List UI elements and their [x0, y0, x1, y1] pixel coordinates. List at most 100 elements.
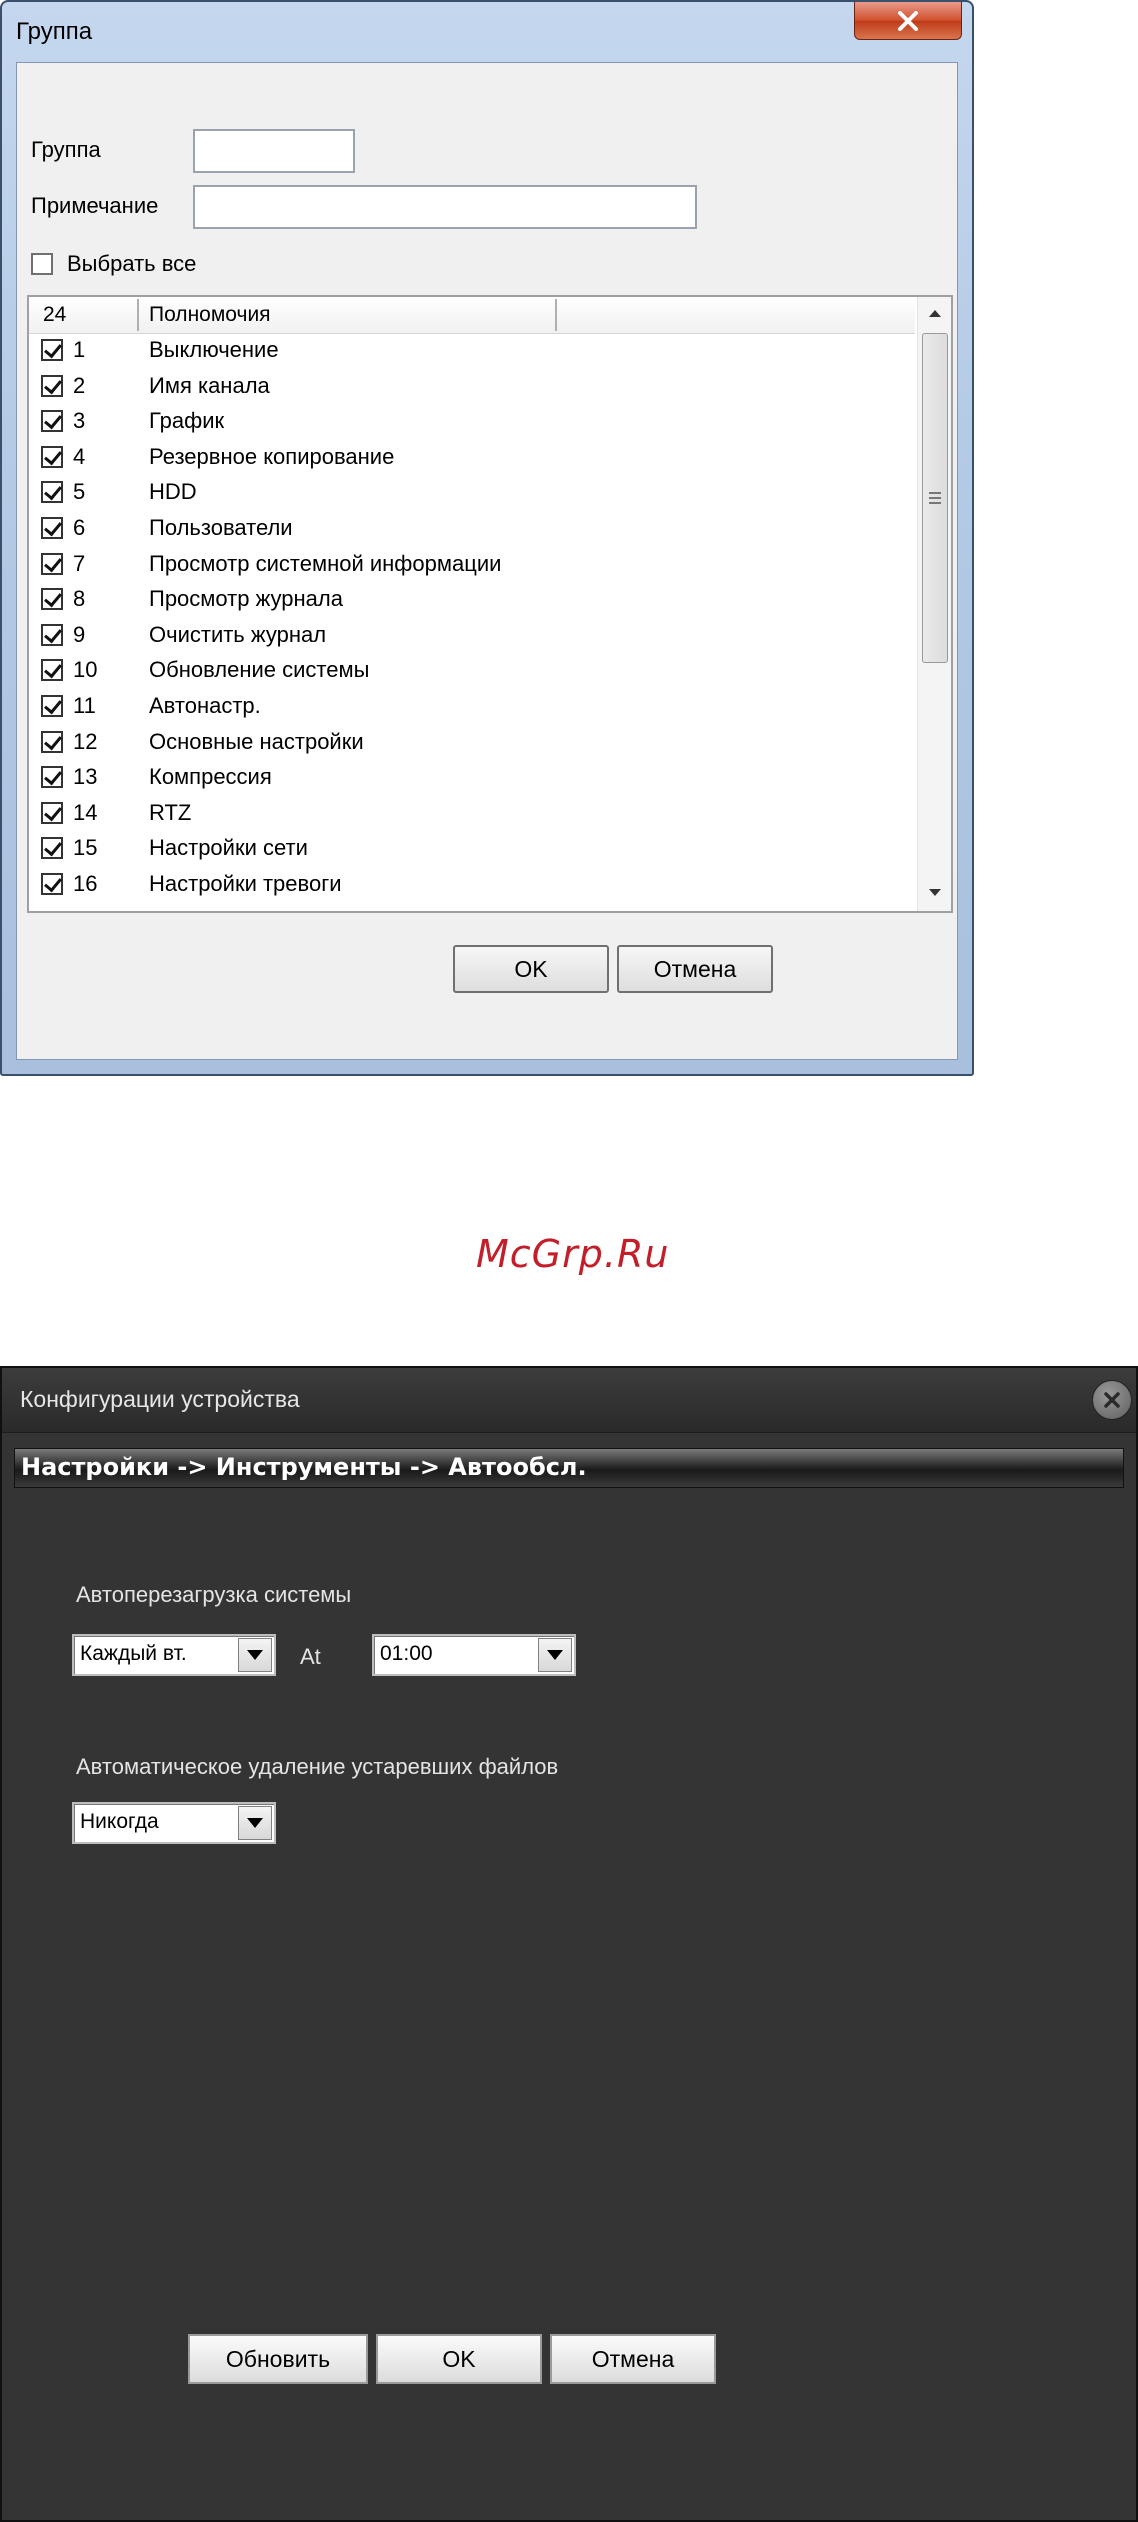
- device-dialog-close-button[interactable]: [1092, 1380, 1132, 1420]
- list-item[interactable]: 12 Основные настройки: [29, 725, 915, 761]
- list-item[interactable]: 8 Просмотр журнала: [29, 582, 915, 618]
- permission-number: 4: [73, 443, 86, 469]
- list-item[interactable]: 2 Имя канала: [29, 369, 915, 405]
- permission-number: 9: [73, 621, 86, 647]
- list-item[interactable]: 16 Настройки тревоги: [29, 867, 915, 903]
- column-header-count[interactable]: 24: [43, 297, 66, 333]
- permission-checkbox[interactable]: [41, 801, 63, 824]
- permission-name: Автонастр.: [149, 693, 261, 718]
- permission-name: RTZ: [149, 799, 192, 825]
- reboot-time-value: 01:00: [380, 1642, 433, 1665]
- list-item[interactable]: 15 Настройки сети: [29, 831, 915, 867]
- permission-number: 14: [73, 799, 98, 825]
- group-dialog-close-button[interactable]: [854, 2, 962, 40]
- permission-checkbox[interactable]: [41, 374, 63, 397]
- list-item[interactable]: 7 Просмотр системной информации: [29, 547, 915, 583]
- list-item[interactable]: 14 RTZ: [29, 796, 915, 832]
- permission-name: Компрессия: [149, 764, 272, 790]
- permission-checkbox[interactable]: [41, 873, 63, 895]
- list-item[interactable]: 5 HDD: [29, 475, 915, 511]
- permission-number: 12: [73, 728, 98, 754]
- permission-checkbox[interactable]: [41, 339, 63, 361]
- permission-number: 3: [73, 408, 86, 434]
- permission-name: Основные настройки: [149, 728, 364, 754]
- device-config-dialog: Конфигурации устройства Настройки -> Инс…: [0, 1366, 1138, 2522]
- list-item[interactable]: 9 Очистить журнал: [29, 618, 915, 654]
- permission-checkbox[interactable]: [41, 623, 63, 646]
- permission-number: 1: [73, 337, 86, 362]
- permission-checkbox[interactable]: [41, 517, 63, 539]
- column-header-permissions[interactable]: Полномочия: [149, 297, 271, 333]
- permission-number: 2: [73, 372, 86, 398]
- permission-checkbox[interactable]: [41, 481, 63, 504]
- permissions-scrollbar[interactable]: [917, 297, 951, 911]
- group-dialog: Группа Группа Примечание Выбрать все 24 …: [0, 0, 974, 1076]
- permission-name: Обновление системы: [149, 657, 370, 683]
- permission-name: График: [149, 408, 225, 434]
- permission-checkbox[interactable]: [41, 730, 63, 753]
- permission-checkbox[interactable]: [41, 695, 63, 717]
- permission-number: 15: [73, 835, 98, 861]
- permission-checkbox[interactable]: [41, 588, 63, 611]
- permissions-list-header: 24 Полномочия: [29, 297, 915, 334]
- permission-name: Просмотр системной информации: [149, 550, 502, 576]
- permission-name: Просмотр журнала: [149, 586, 343, 612]
- permission-name: HDD: [149, 479, 197, 505]
- auto-delete-value: Никогда: [80, 1810, 159, 1833]
- list-item[interactable]: 1 Выключение: [29, 333, 915, 369]
- dropdown-button[interactable]: [538, 1638, 572, 1672]
- select-all-checkbox[interactable]: [31, 253, 53, 275]
- permission-checkbox[interactable]: [41, 766, 63, 789]
- group-dialog-titlebar[interactable]: Группа: [2, 2, 972, 60]
- grip-icon: [929, 492, 941, 504]
- chevron-down-icon: [547, 1650, 563, 1660]
- list-item[interactable]: 4 Резервное копирование: [29, 440, 915, 476]
- permission-checkbox[interactable]: [41, 659, 63, 682]
- dropdown-button[interactable]: [238, 1806, 272, 1840]
- permission-number: 16: [73, 871, 98, 896]
- breadcrumb-bar: Настройки -> Инструменты -> Автообсл.: [14, 1448, 1124, 1488]
- cancel-button[interactable]: Отмена: [550, 2334, 716, 2384]
- ok-button[interactable]: OK: [376, 2334, 542, 2384]
- permission-name: Настройки сети: [149, 835, 308, 861]
- column-divider[interactable]: [137, 299, 139, 331]
- device-dialog-titlebar[interactable]: Конфигурации устройства: [2, 1368, 1136, 1433]
- permission-number: 5: [73, 479, 86, 505]
- list-item[interactable]: 13 Компрессия: [29, 760, 915, 796]
- at-label: At: [300, 1644, 321, 1669]
- auto-delete-label: Автоматическое удаление устаревших файло…: [76, 1754, 559, 1779]
- note-input[interactable]: [193, 185, 697, 229]
- list-item[interactable]: 11 Автонастр.: [29, 689, 915, 725]
- scroll-thumb[interactable]: [922, 333, 948, 663]
- close-icon: [898, 10, 918, 31]
- dropdown-button[interactable]: [238, 1638, 272, 1672]
- scroll-up-arrow[interactable]: [918, 297, 951, 329]
- permission-name: Пользователи: [149, 515, 293, 540]
- select-all-label: Выбрать все: [67, 251, 197, 276]
- reboot-time-dropdown[interactable]: 01:00: [372, 1634, 576, 1676]
- chevron-down-icon: [247, 1650, 263, 1660]
- column-divider[interactable]: [555, 299, 557, 331]
- ok-button[interactable]: OK: [453, 945, 609, 993]
- cancel-button[interactable]: Отмена: [617, 945, 773, 993]
- list-item[interactable]: 3 График: [29, 404, 915, 440]
- list-item[interactable]: 10 Обновление системы: [29, 653, 915, 689]
- permission-checkbox[interactable]: [41, 445, 63, 468]
- group-input[interactable]: [193, 129, 355, 173]
- scroll-down-arrow[interactable]: [918, 877, 951, 909]
- arrow-down-icon: [929, 889, 941, 896]
- auto-delete-dropdown[interactable]: Никогда: [72, 1802, 276, 1844]
- permission-name: Резервное копирование: [149, 443, 395, 469]
- note-label: Примечание: [31, 193, 159, 218]
- refresh-button[interactable]: Обновить: [188, 2334, 368, 2384]
- permission-name: Очистить журнал: [149, 621, 327, 647]
- permission-checkbox[interactable]: [41, 552, 63, 575]
- list-item[interactable]: 6 Пользователи: [29, 511, 915, 547]
- permission-checkbox[interactable]: [41, 410, 63, 433]
- close-icon: [1104, 1392, 1120, 1408]
- permission-checkbox[interactable]: [41, 837, 63, 860]
- reboot-day-dropdown[interactable]: Каждый вт.: [72, 1634, 276, 1676]
- permission-number: 10: [73, 657, 98, 683]
- group-dialog-title: Группа: [16, 18, 93, 45]
- permissions-list[interactable]: 24 Полномочия 1 Выключение 2 Имя канала 3 Гра…: [27, 295, 953, 913]
